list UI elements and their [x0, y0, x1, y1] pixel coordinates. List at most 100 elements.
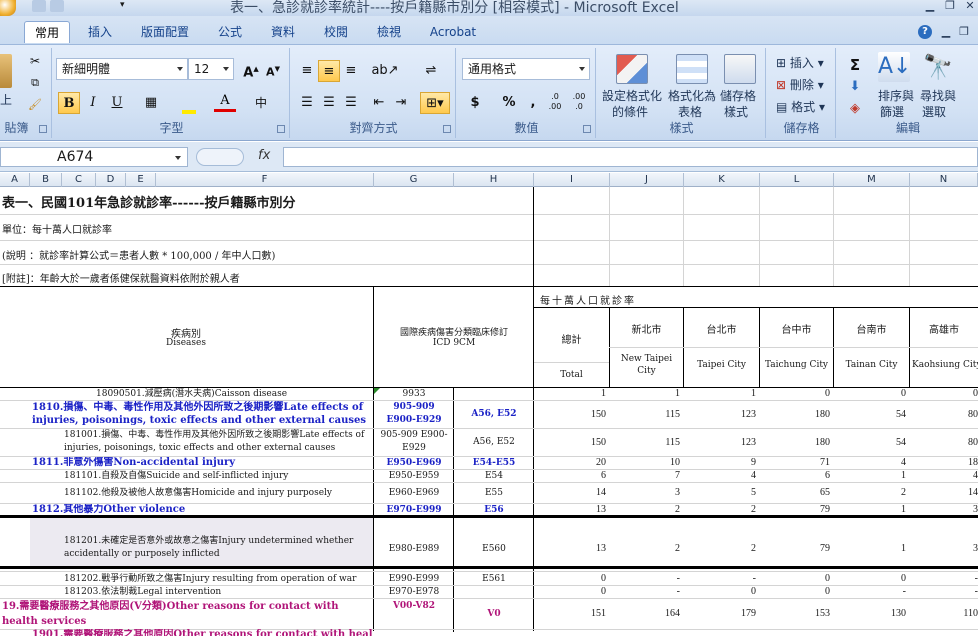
format-cells-button[interactable]: ▤ 格式 ▾	[776, 98, 825, 115]
row-value[interactable]: 123	[684, 401, 756, 428]
row-icd[interactable]	[380, 629, 448, 636]
number-launcher-icon[interactable]	[583, 125, 591, 133]
row-disease-name[interactable]: 181203.依法制裁Legal intervention	[64, 586, 372, 598]
row-code[interactable]: E54-E55	[456, 457, 532, 469]
autosum-button[interactable]: Σ	[844, 54, 866, 76]
row-disease-name[interactable]: 1901.需要醫療服務之其他原因Other reasons for contac…	[32, 629, 372, 636]
row-value[interactable]: 180	[760, 401, 830, 428]
column-header-n[interactable]: N	[910, 173, 978, 187]
tab-page-layout[interactable]: 版面配置	[132, 21, 198, 43]
row-value[interactable]: 2	[834, 483, 906, 503]
row-disease-name[interactable]: 18090501.減壓病(潛水夫病)Caisson disease	[96, 388, 372, 400]
row-value[interactable]: 0	[910, 388, 978, 400]
row-value[interactable]: 115	[610, 429, 680, 456]
bold-button[interactable]: B	[58, 92, 80, 114]
column-header-a[interactable]: A	[0, 173, 30, 187]
formula-note[interactable]: (說明 ：就診率計算公式＝患者人數 * 100,000 / 年中人口數)	[2, 247, 275, 262]
decrease-decimal-button[interactable]: .00 .0	[568, 92, 590, 114]
row-value[interactable]: 1	[534, 388, 606, 400]
column-header-c[interactable]: C	[62, 173, 96, 187]
row-icd[interactable]: E980-E989	[380, 527, 448, 571]
row-icd[interactable]: 9933	[380, 388, 448, 400]
wrap-text-icon[interactable]: ⇌	[420, 60, 442, 82]
cut-icon[interactable]: ✂	[26, 52, 44, 70]
row-value[interactable]: -	[684, 573, 756, 585]
header-city-en[interactable]: New Taipei City	[614, 353, 679, 377]
redo-icon[interactable]	[50, 0, 64, 12]
row-value[interactable]: 1	[610, 388, 680, 400]
header-disease-en[interactable]: Diseases	[160, 338, 212, 348]
qat-customize-icon[interactable]: ▾	[120, 0, 128, 12]
row-disease-name[interactable]: 181001.損傷、中毒、毒性作用及其他外因所致之後期影響Late effect…	[64, 429, 372, 456]
row-value[interactable]: 123	[684, 429, 756, 456]
row-value[interactable]: 4	[684, 470, 756, 482]
tab-review[interactable]: 校閱	[316, 21, 356, 43]
header-icd-en[interactable]: ICD 9CM	[376, 338, 532, 348]
row-value[interactable]: 1	[834, 527, 906, 571]
header-total-en[interactable]: Total	[534, 370, 609, 380]
row-value[interactable]: 1	[834, 470, 906, 482]
worksheet[interactable]: 表一、民國101年急診就診率------按戶籍縣市別分 單位：每十萬人口就診率 …	[0, 187, 978, 636]
row-value[interactable]: 110	[910, 599, 978, 629]
column-header-f[interactable]: F	[156, 173, 374, 187]
formula-bar-resize-handle[interactable]	[196, 148, 244, 166]
row-value[interactable]: 150	[534, 401, 606, 428]
increase-decimal-button[interactable]: .0 .00	[544, 92, 566, 114]
sort-filter-icon[interactable]: A↓	[878, 52, 911, 82]
tab-view[interactable]: 檢視	[368, 21, 410, 43]
decrease-indent-icon[interactable]: ⇤	[368, 92, 390, 114]
cell-styles-icon[interactable]	[724, 54, 756, 84]
ribbon-restore-icon[interactable]: ❐	[956, 26, 972, 38]
row-code[interactable]: A56, E52	[456, 401, 532, 428]
restore-icon[interactable]: ❐	[942, 0, 958, 12]
row-value[interactable]: 1	[684, 388, 756, 400]
header-icd-zh[interactable]: 國際疾病傷害分類臨床修訂	[376, 325, 532, 338]
row-code[interactable]	[456, 629, 532, 636]
column-header-k[interactable]: K	[684, 173, 760, 187]
row-code[interactable]: V0	[456, 599, 532, 629]
row-value[interactable]: 13	[534, 527, 606, 571]
row-icd[interactable]: E950-E969	[380, 457, 448, 469]
help-icon[interactable]: ?	[918, 25, 932, 39]
row-code[interactable]	[456, 388, 532, 400]
header-city-zh[interactable]: 台南市	[834, 321, 909, 336]
row-value[interactable]: 54	[834, 429, 906, 456]
underline-button[interactable]: U	[106, 92, 128, 114]
row-value[interactable]: 153	[760, 599, 830, 629]
row-value[interactable]: 65	[760, 483, 830, 503]
insert-cells-button[interactable]: ⊞ 插入 ▾	[776, 54, 824, 71]
row-value[interactable]: 3	[610, 483, 680, 503]
row-value[interactable]: 79	[760, 527, 830, 571]
row-value[interactable]: 0	[760, 573, 830, 585]
row-value[interactable]: 0	[834, 388, 906, 400]
align-right-icon[interactable]: ☰	[340, 92, 362, 114]
row-value[interactable]: 71	[760, 457, 830, 469]
row-code[interactable]: E55	[456, 483, 532, 503]
row-value[interactable]: 10	[610, 457, 680, 469]
row-value[interactable]: 0	[760, 388, 830, 400]
conditional-formatting-icon[interactable]	[616, 54, 648, 84]
row-value[interactable]: 2	[684, 527, 756, 571]
row-icd[interactable]: E970-E978	[380, 586, 448, 598]
format-painter-icon[interactable]: 🖌	[26, 96, 44, 114]
row-disease-name[interactable]: 181102.他殺及被他人故意傷害Homicide and injury pur…	[64, 483, 372, 503]
row-icd[interactable]: V00-V82	[380, 599, 448, 629]
row-disease-name[interactable]: 181101.自殺及自傷Suicide and self-inflicted i…	[64, 470, 372, 482]
appendix-note[interactable]: [附註]：年齡大於一歲者係健保就醫資料依附於親人者	[2, 270, 240, 285]
row-value[interactable]	[910, 629, 978, 636]
column-header-e[interactable]: E	[126, 173, 156, 187]
column-header-g[interactable]: G	[374, 173, 454, 187]
tab-insert[interactable]: 插入	[80, 21, 120, 43]
row-icd[interactable]: E960-E969	[380, 483, 448, 503]
column-header-i[interactable]: I	[534, 173, 610, 187]
header-city-en[interactable]: Tainan City	[834, 360, 909, 370]
row-disease-name[interactable]: 1811.非意外傷害Non-accidental injury	[32, 457, 372, 469]
row-code[interactable]	[456, 586, 532, 598]
find-select-icon[interactable]: 🔭	[922, 52, 954, 82]
align-top-icon[interactable]: ≡	[296, 60, 318, 82]
row-code[interactable]: A56, E52	[456, 429, 532, 456]
align-left-icon[interactable]: ☰	[296, 92, 318, 114]
header-city-en[interactable]: Kaohsiung City	[912, 360, 978, 370]
row-disease-name[interactable]: 19.需要醫療服務之其他原因(V分類)Other reasons for con…	[2, 599, 372, 629]
row-value[interactable]: 0	[834, 573, 906, 585]
